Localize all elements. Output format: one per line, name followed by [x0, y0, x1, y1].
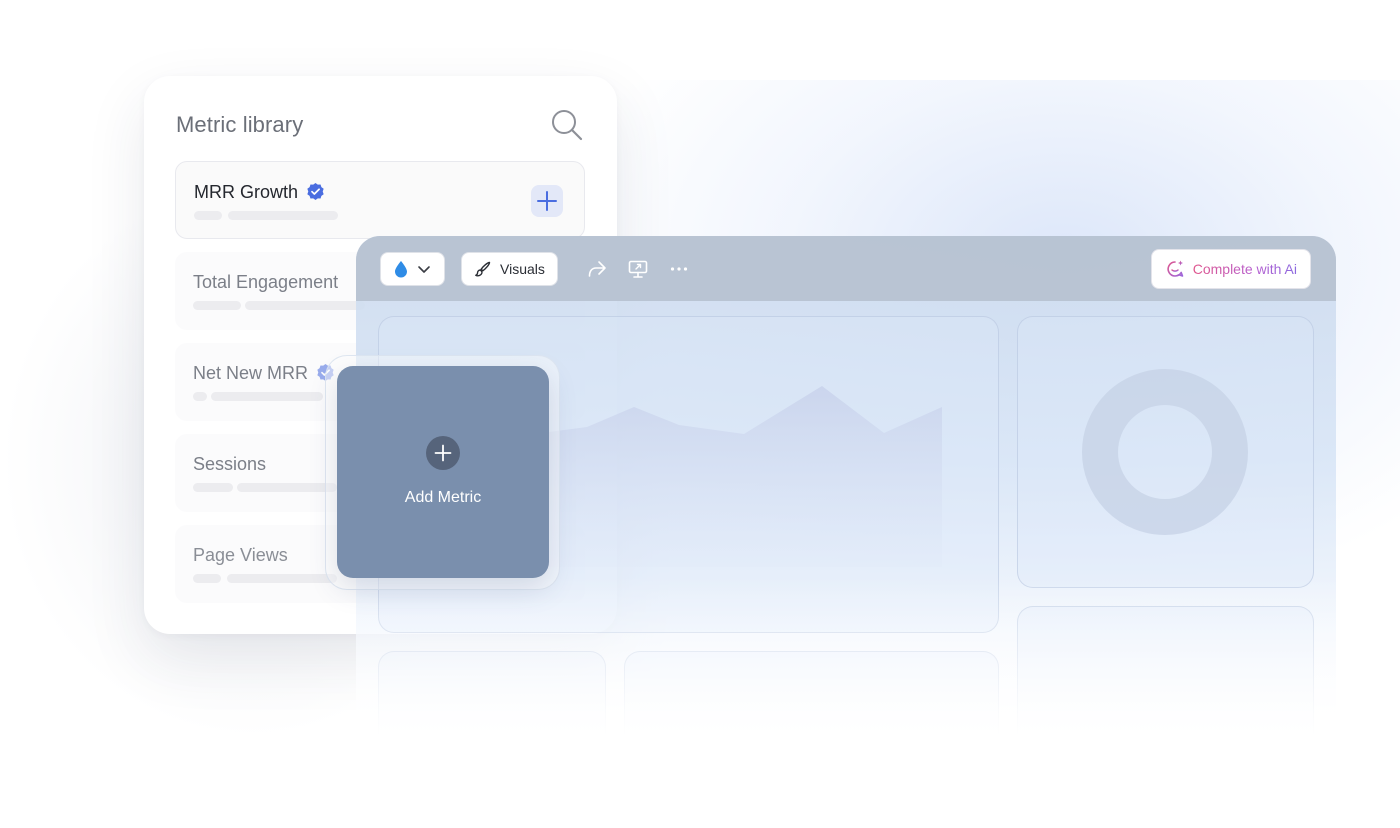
metric-name: Page Views	[193, 545, 288, 565]
dashboard-toolbar: Visuals Complete with Ai	[356, 236, 1336, 301]
color-picker-button[interactable]	[380, 252, 445, 286]
metric-card-mrr-growth[interactable]: MRR Growth	[175, 161, 585, 239]
donut-chart-placeholder	[1082, 369, 1248, 535]
more-options-icon[interactable]	[668, 258, 690, 280]
placeholder-bar	[193, 392, 207, 401]
present-icon[interactable]	[627, 258, 649, 280]
donut-chart-widget[interactable]	[1017, 316, 1314, 588]
plus-icon	[537, 191, 557, 211]
placeholder-bar	[193, 483, 233, 492]
brush-icon	[475, 261, 491, 277]
placeholder-bar	[228, 211, 338, 220]
add-metric-button[interactable]	[531, 185, 563, 217]
add-metric-plus-button[interactable]	[426, 436, 460, 470]
bottom-fade	[356, 576, 1336, 736]
droplet-icon	[395, 261, 407, 278]
chevron-down-icon	[418, 266, 430, 273]
ai-chat-sparkle-icon	[1167, 260, 1184, 277]
metric-name: Net New MRR	[193, 363, 335, 384]
metric-name: Sessions	[193, 454, 267, 474]
add-metric-label: Add Metric	[404, 489, 482, 506]
search-icon[interactable]	[550, 108, 584, 142]
metric-name: MRR Growth	[194, 182, 325, 203]
placeholder-bar	[237, 483, 337, 492]
ai-button-label: Complete with Ai	[1192, 261, 1297, 277]
share-icon[interactable]	[586, 258, 608, 280]
placeholder-bar	[245, 301, 365, 310]
plus-icon	[434, 444, 452, 462]
add-metric-card[interactable]: Add Metric	[337, 366, 549, 578]
placeholder-bar	[227, 574, 337, 583]
metric-name: Total Engagement	[193, 272, 339, 292]
visuals-label: Visuals	[500, 261, 545, 277]
placeholder-bar	[193, 301, 241, 310]
visuals-button[interactable]: Visuals	[461, 252, 558, 286]
placeholder-bar	[194, 211, 222, 220]
panel-title: Metric library	[176, 112, 304, 137]
placeholder-bar	[193, 574, 221, 583]
placeholder-bar	[211, 392, 323, 401]
verified-badge-icon	[307, 182, 324, 201]
complete-with-ai-button[interactable]: Complete with Ai	[1150, 249, 1311, 289]
